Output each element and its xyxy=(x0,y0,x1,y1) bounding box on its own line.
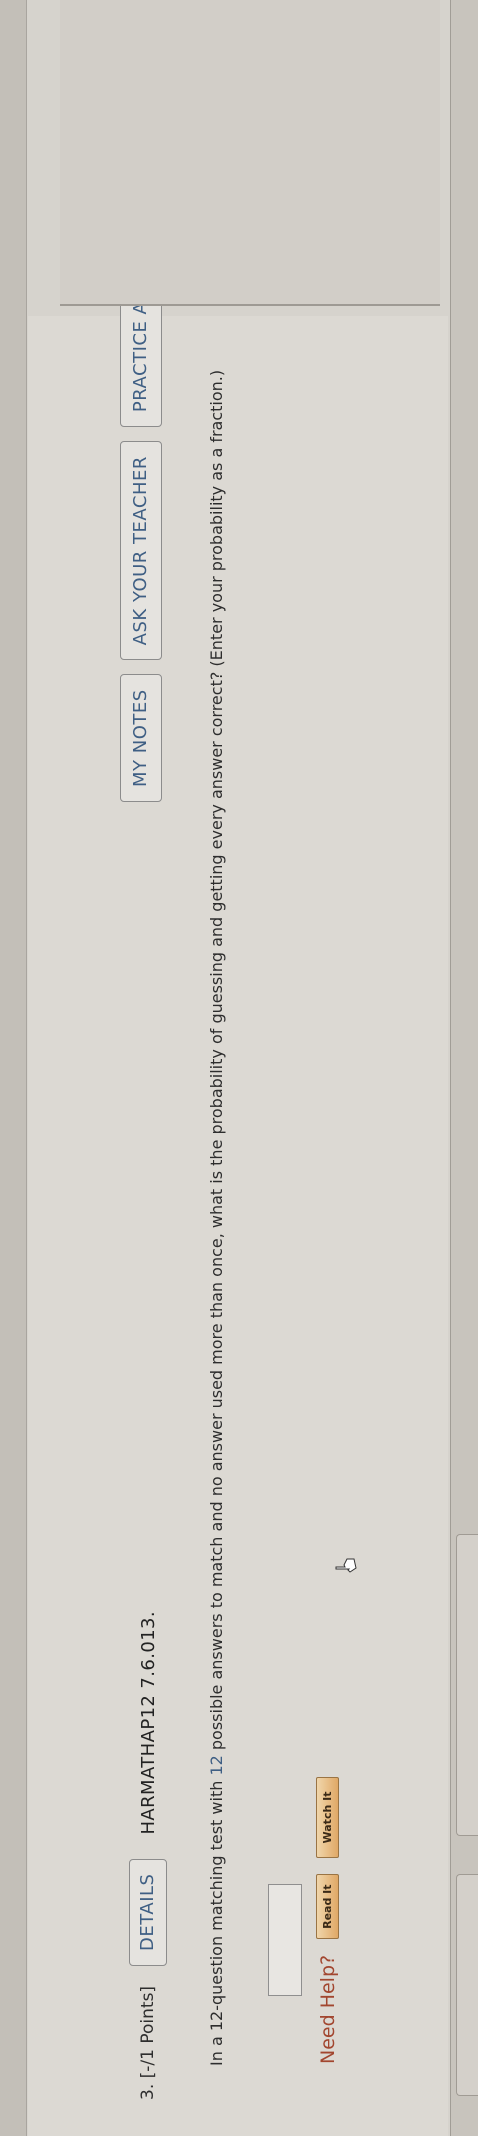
question-points: [-/1 Points] xyxy=(138,1985,158,2079)
question-number-highlight: 12 xyxy=(207,1755,226,1776)
rotated-stage: 3. [-/1 Points] DETAILS HARMATHAP12 7.6.… xyxy=(0,0,478,2136)
help-row: Need Help? Read It Watch It xyxy=(316,1776,339,2064)
details-button[interactable]: DETAILS xyxy=(129,1858,167,1966)
bottom-tab-2 xyxy=(456,1534,478,1836)
ask-teacher-button[interactable]: ASK YOUR TEACHER xyxy=(120,441,162,661)
question-header: 3. [-/1 Points] DETAILS HARMATHAP12 7.6.… xyxy=(128,1611,168,2100)
side-panel xyxy=(60,0,440,306)
my-notes-button[interactable]: MY NOTES xyxy=(120,674,162,802)
top-strip xyxy=(0,0,27,2136)
watch-it-button[interactable]: Watch It xyxy=(316,1776,339,1859)
page: 3. [-/1 Points] DETAILS HARMATHAP12 7.6.… xyxy=(0,0,478,2136)
answer-input[interactable] xyxy=(268,1884,302,1996)
question-code: HARMATHAP12 7.6.013. xyxy=(137,1610,159,1835)
bottom-tab-1 xyxy=(456,1874,478,2096)
read-it-button[interactable]: Read It xyxy=(316,1874,339,1939)
question-number: 3. [-/1 Points] xyxy=(138,1985,158,2100)
hand-pointer-icon xyxy=(335,1558,357,1573)
question-text: In a 12-question matching test with 12 p… xyxy=(207,369,226,2066)
question-panel: 3. [-/1 Points] DETAILS HARMATHAP12 7.6.… xyxy=(28,207,448,2136)
need-help-label: Need Help? xyxy=(316,1954,339,2064)
